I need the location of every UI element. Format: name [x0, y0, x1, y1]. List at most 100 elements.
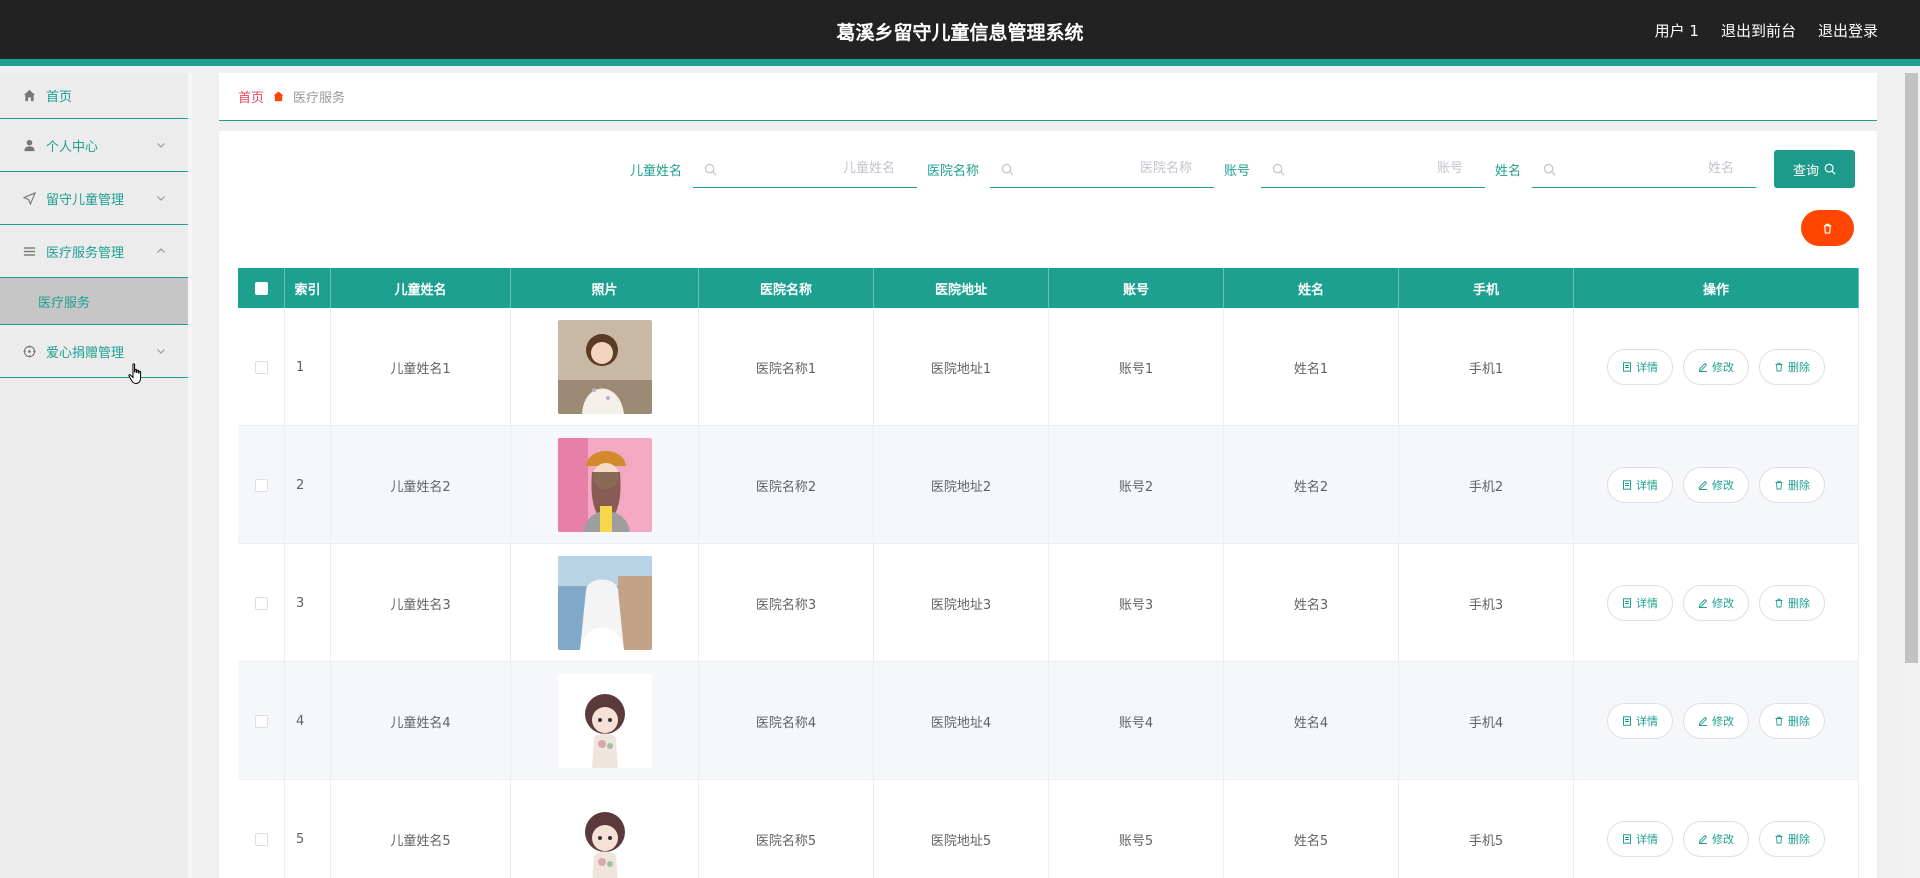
edit-button[interactable]: 修改: [1683, 349, 1749, 385]
cell-address: 医院地址1: [874, 308, 1049, 426]
delete-button[interactable]: 删除: [1759, 821, 1825, 857]
name-input[interactable]: [1532, 150, 1756, 187]
hospital-input[interactable]: [989, 150, 1214, 187]
row-checkbox-cell: [238, 780, 285, 878]
detail-label: 详情: [1636, 361, 1658, 374]
cell-account: 账号5: [1049, 780, 1224, 878]
cell-actions: 详情 修改 删除: [1574, 780, 1859, 878]
child-name-field: [692, 150, 917, 188]
sidebar-item-personal[interactable]: 个人中心: [0, 119, 188, 172]
sidebar-subitem-label: 医疗服务: [38, 295, 91, 311]
detail-label: 详情: [1636, 479, 1658, 492]
cell-actions: 详情 修改 删除: [1574, 426, 1859, 544]
cell-account: 账号2: [1049, 426, 1224, 544]
delete-button[interactable]: 删除: [1759, 349, 1825, 385]
page-scrollbar[interactable]: [1903, 73, 1920, 878]
trash-icon: [1775, 598, 1783, 608]
row-checkbox[interactable]: [254, 478, 268, 492]
cell-hospital: 医院名称4: [699, 662, 874, 780]
row-checkbox-cell: [238, 308, 285, 426]
edit-button[interactable]: 修改: [1683, 467, 1749, 503]
row-checkbox[interactable]: [254, 714, 268, 728]
user-link[interactable]: 用户 1: [1655, 20, 1699, 41]
search-icon: [1824, 163, 1836, 175]
edit-button[interactable]: 修改: [1683, 703, 1749, 739]
cell-hospital: 医院名称3: [699, 544, 874, 662]
select-all-checkbox[interactable]: [254, 281, 268, 295]
cell-photo: [511, 308, 699, 426]
trash-icon: [1775, 362, 1783, 372]
query-button[interactable]: 查询: [1774, 150, 1855, 188]
account-field: [1260, 150, 1485, 188]
to-front-link[interactable]: 退出到前台: [1721, 20, 1796, 41]
table-row: 4 儿童姓名4 医院名称4 医院地址4 账号4 姓名4 手机4 详情 修改 删除: [238, 662, 1859, 780]
row-checkbox[interactable]: [254, 832, 268, 846]
batch-delete-button[interactable]: [1801, 210, 1854, 246]
table-row: 3 儿童姓名3 医院名称3 医院地址3 账号3 姓名3 手机3 详情 修改 删除: [238, 544, 1859, 662]
cell-hospital: 医院名称1: [699, 308, 874, 426]
edit-label: 修改: [1712, 597, 1734, 610]
sidebar-item-medical[interactable]: 医疗服务管理: [0, 225, 188, 278]
cell-actions: 详情 修改 删除: [1574, 544, 1859, 662]
sidebar-item-label: 个人中心: [46, 139, 99, 155]
sidebar-item-label: 爱心捐赠管理: [46, 345, 125, 361]
account-input[interactable]: [1260, 150, 1485, 187]
sidebar-item-children[interactable]: 留守儿童管理: [0, 172, 188, 225]
row-checkbox[interactable]: [254, 360, 268, 374]
delete-button[interactable]: 删除: [1759, 585, 1825, 621]
cell-phone: 手机3: [1399, 544, 1574, 662]
table-body: 1 儿童姓名1 医院名称1 医院地址1 账号1 姓名1 手机1 详情 修改 删除: [238, 308, 1859, 878]
header-index: 索引: [285, 268, 331, 308]
logout-link[interactable]: 退出登录: [1818, 20, 1878, 41]
cell-address: 医院地址5: [874, 780, 1049, 878]
breadcrumb: 首页 医疗服务: [219, 73, 1877, 121]
header-address: 医院地址: [874, 268, 1049, 308]
detail-label: 详情: [1636, 833, 1658, 846]
edit-label: 修改: [1712, 833, 1734, 846]
cell-phone: 手机2: [1399, 426, 1574, 544]
table-row: 1 儿童姓名1 医院名称1 医院地址1 账号1 姓名1 手机1 详情 修改 删除: [238, 308, 1859, 426]
child-name-input[interactable]: [692, 150, 917, 187]
sidebar-item-donation[interactable]: 爱心捐赠管理: [0, 325, 188, 378]
cell-actions: 详情 修改 删除: [1574, 662, 1859, 780]
cell-index: 5: [285, 780, 331, 878]
cell-phone: 手机5: [1399, 780, 1574, 878]
cell-photo: [511, 426, 699, 544]
detail-button[interactable]: 详情: [1607, 585, 1673, 621]
edit-icon: [1698, 362, 1708, 372]
delete-label: 删除: [1788, 715, 1810, 728]
delete-button[interactable]: 删除: [1759, 703, 1825, 739]
breadcrumb-home[interactable]: 首页: [238, 87, 264, 106]
edit-label: 修改: [1712, 715, 1734, 728]
child-photo[interactable]: [557, 556, 652, 650]
home-icon: [22, 89, 36, 103]
child-photo[interactable]: [557, 674, 652, 768]
edit-icon: [1698, 480, 1708, 490]
edit-button[interactable]: 修改: [1683, 821, 1749, 857]
user-icon: [22, 138, 36, 152]
detail-button[interactable]: 详情: [1607, 467, 1673, 503]
cell-hospital: 医院名称5: [699, 780, 874, 878]
detail-button[interactable]: 详情: [1607, 821, 1673, 857]
cell-child-name: 儿童姓名1: [331, 308, 511, 426]
cell-name: 姓名3: [1224, 544, 1399, 662]
child-photo[interactable]: [557, 320, 652, 414]
delete-button[interactable]: 删除: [1759, 467, 1825, 503]
delete-label: 删除: [1788, 833, 1810, 846]
detail-button[interactable]: 详情: [1607, 349, 1673, 385]
edit-button[interactable]: 修改: [1683, 585, 1749, 621]
detail-button[interactable]: 详情: [1607, 703, 1673, 739]
edit-label: 修改: [1712, 479, 1734, 492]
child-photo[interactable]: [557, 792, 652, 878]
cell-address: 医院地址4: [874, 662, 1049, 780]
sidebar-subitem-medical-service[interactable]: 医疗服务: [0, 278, 188, 325]
scrollbar-thumb[interactable]: [1905, 73, 1918, 663]
trash-icon: [1775, 834, 1783, 844]
edit-icon: [1698, 716, 1708, 726]
sidebar-item-home[interactable]: 首页: [0, 73, 188, 119]
row-checkbox[interactable]: [254, 596, 268, 610]
cell-address: 医院地址2: [874, 426, 1049, 544]
child-photo[interactable]: [557, 438, 652, 532]
header-phone: 手机: [1399, 268, 1574, 308]
search-icon: [1272, 163, 1285, 176]
